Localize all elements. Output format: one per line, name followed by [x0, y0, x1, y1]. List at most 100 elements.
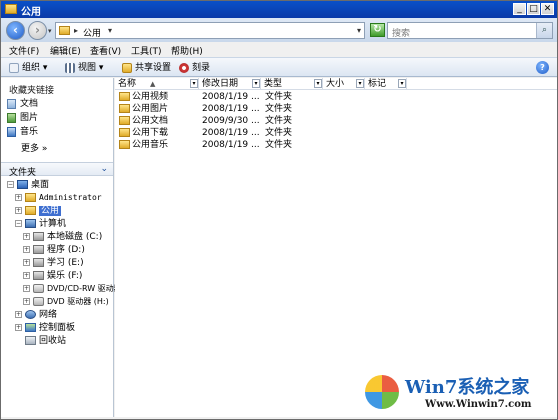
column-filter-dropdown[interactable]: ▾: [252, 79, 260, 88]
menu-edit[interactable]: 编辑(E): [50, 44, 81, 57]
menu-tools[interactable]: 工具(T): [131, 44, 162, 57]
column-filter-dropdown[interactable]: ▾: [190, 79, 198, 88]
address-bar[interactable]: ▸ 公用 ▾ ▾: [55, 22, 365, 39]
tree-item-desktop[interactable]: − 桌面: [7, 179, 49, 191]
expand-toggle[interactable]: +: [15, 324, 22, 331]
more-favorites-link[interactable]: 更多 »: [21, 141, 47, 154]
favorite-music[interactable]: 音乐: [7, 126, 38, 138]
column-type[interactable]: 类型 ▾: [261, 78, 323, 90]
tree-item-computer[interactable]: − 计算机: [15, 218, 66, 230]
share-settings-button[interactable]: 共享设置: [122, 61, 171, 75]
tree-item-dvd-rw[interactable]: + DVD/CD-RW 驱动器: [23, 283, 122, 295]
explorer-window: 公用 _ □ ✕ ‹ › ▾ ▸ 公用 ▾ ▾ ↻ 搜索 ⌕ 文件(F) 编辑(…: [0, 0, 558, 420]
expand-toggle[interactable]: +: [15, 194, 22, 201]
close-button[interactable]: ✕: [541, 3, 554, 15]
column-name[interactable]: 名称 ▲ ▾: [115, 78, 199, 90]
folder-icon: [119, 140, 130, 149]
column-filter-dropdown[interactable]: ▾: [398, 79, 406, 88]
favorite-label: 音乐: [20, 127, 39, 137]
burn-disc-icon: [179, 62, 189, 73]
tree-item-drive-e[interactable]: + 学习 (E:): [23, 257, 84, 269]
tree-item-label: Administrator: [39, 193, 102, 202]
folder-icon: [119, 128, 130, 137]
burn-label: 刻录: [192, 63, 211, 73]
file-row[interactable]: 公用下载 2008/1/19 ... 文件夹: [115, 127, 535, 139]
collapse-toggle[interactable]: −: [7, 181, 14, 188]
command-toolbar: 组织 ▾ 视图 ▾ 共享设置 刻录 ?: [1, 57, 557, 77]
organize-button[interactable]: 组织 ▾: [9, 61, 47, 75]
tree-item-control-panel[interactable]: + 控制面板: [15, 322, 75, 334]
file-date: 2009/9/30 ...: [202, 116, 260, 126]
column-filter-dropdown[interactable]: ▾: [356, 79, 364, 88]
maximize-button[interactable]: □: [527, 3, 540, 15]
file-row[interactable]: 公用文档 2009/9/30 ... 文件夹: [115, 115, 535, 127]
help-icon[interactable]: ?: [536, 61, 549, 74]
tree-item-drive-f[interactable]: + 娱乐 (F:): [23, 270, 82, 282]
recycle-bin-icon: [25, 336, 36, 345]
expand-toggle[interactable]: +: [23, 259, 30, 266]
column-modified[interactable]: 修改日期 ▾: [199, 78, 261, 90]
favorite-documents[interactable]: 文档: [7, 98, 38, 110]
search-icon[interactable]: ⌕: [536, 23, 552, 38]
expand-toggle[interactable]: +: [15, 207, 22, 214]
folder-icon: [119, 104, 130, 113]
title-bar[interactable]: 公用 _ □ ✕: [1, 1, 557, 18]
tree-item-label: 控制面板: [39, 323, 76, 333]
tree-item-recycle-bin[interactable]: 回收站: [25, 335, 66, 347]
column-tags[interactable]: 标记 ▾: [365, 78, 407, 90]
tree-item-label: 娱乐 (F:): [47, 271, 83, 281]
menu-view[interactable]: 查看(V): [90, 44, 121, 57]
refresh-button[interactable]: ↻: [370, 23, 385, 37]
tree-item-label: DVD/CD-RW 驱动器: [47, 284, 122, 293]
breadcrumb-public[interactable]: 公用: [83, 26, 101, 39]
expand-toggle[interactable]: +: [23, 233, 30, 240]
file-row[interactable]: 公用图片 2008/1/19 ... 文件夹: [115, 103, 535, 115]
chevron-down-icon[interactable]: ⌄: [100, 164, 108, 174]
tree-item-drive-c[interactable]: + 本地磁盘 (C:): [23, 231, 102, 243]
expand-toggle[interactable]: +: [23, 298, 30, 305]
column-size[interactable]: 大小 ▾: [323, 78, 365, 90]
file-row[interactable]: 公用视频 2008/1/19 ... 文件夹: [115, 91, 535, 103]
folder-icon: [119, 92, 130, 101]
menu-file[interactable]: 文件(F): [9, 44, 39, 57]
favorite-pictures[interactable]: 图片: [7, 112, 38, 124]
menu-help[interactable]: 帮助(H): [171, 44, 203, 57]
tree-item-network[interactable]: + 网络: [15, 309, 57, 321]
watermark-logo: Win7系统之家 Www.Winwin7.com: [361, 369, 557, 417]
file-type: 文件夹: [265, 116, 293, 126]
file-row[interactable]: 公用音乐 2008/1/19 ... 文件夹: [115, 139, 535, 151]
tree-item-label: 桌面: [31, 180, 50, 190]
back-button[interactable]: ‹: [6, 21, 25, 40]
column-headers: 名称 ▲ ▾ 修改日期 ▾ 类型 ▾ 大小 ▾ 标记 ▾: [115, 78, 557, 90]
breadcrumb-dropdown[interactable]: ▾: [108, 26, 112, 35]
tree-item-dvd-h[interactable]: + DVD 驱动器 (H:): [23, 296, 109, 308]
computer-icon: [25, 219, 36, 228]
expand-toggle[interactable]: +: [23, 285, 30, 292]
expand-toggle[interactable]: +: [15, 311, 22, 318]
forward-button[interactable]: ›: [28, 21, 47, 40]
collapse-toggle[interactable]: −: [15, 220, 22, 227]
file-type: 文件夹: [265, 128, 293, 138]
breadcrumb-separator[interactable]: ▸: [74, 26, 78, 35]
folders-label: 文件夹: [9, 168, 37, 178]
organize-icon: [9, 62, 19, 73]
tree-item-label: DVD 驱动器 (H:): [47, 297, 109, 306]
tree-item-drive-d[interactable]: + 程序 (D:): [23, 244, 85, 256]
minimize-button[interactable]: _: [513, 3, 526, 15]
file-name: 公用下载: [132, 128, 169, 138]
file-name: 公用图片: [132, 104, 169, 114]
search-input[interactable]: 搜索 ⌕: [387, 22, 553, 39]
tree-item-public[interactable]: + 公用: [15, 205, 62, 217]
recent-pages-dropdown[interactable]: ▾: [48, 27, 52, 35]
tree-item-administrator[interactable]: + Administrator: [15, 192, 102, 204]
hard-drive-icon: [33, 232, 44, 241]
control-panel-icon: [25, 323, 36, 332]
column-filter-dropdown[interactable]: ▾: [314, 79, 322, 88]
burn-button[interactable]: 刻录: [179, 61, 210, 75]
views-button[interactable]: 视图 ▾: [65, 61, 103, 75]
folders-header[interactable]: 文件夹 ⌄: [1, 162, 113, 178]
expand-toggle[interactable]: +: [23, 246, 30, 253]
optical-drive-icon: [33, 297, 44, 306]
address-dropdown[interactable]: ▾: [357, 26, 361, 35]
expand-toggle[interactable]: +: [23, 272, 30, 279]
